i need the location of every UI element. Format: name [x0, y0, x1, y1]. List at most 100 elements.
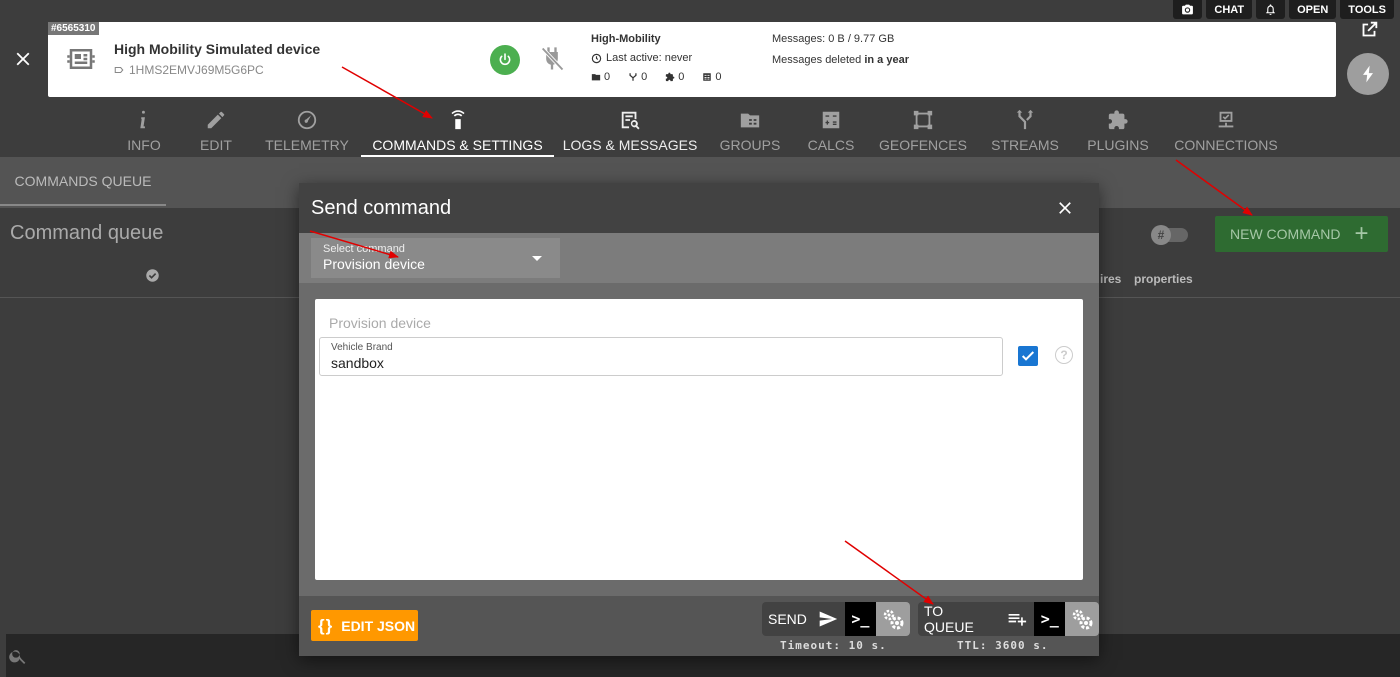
- device-ident-text: 1HMS2EMVJ69M5G6PC: [129, 63, 264, 77]
- edit-json-label: EDIT JSON: [341, 617, 416, 634]
- help-icon[interactable]: ?: [1055, 346, 1073, 364]
- puzzle-icon: [666, 72, 675, 82]
- plus-icon: +: [1354, 220, 1369, 247]
- braces-icon: {}: [318, 615, 334, 635]
- command-queue-title: Command queue: [10, 222, 164, 244]
- column-properties: properties: [1134, 272, 1193, 286]
- calculator-icon: [822, 111, 840, 129]
- form-title: Provision device: [329, 315, 431, 331]
- dialog-header: Send command: [299, 183, 1099, 233]
- tab-groups[interactable]: GROUPS: [720, 107, 780, 157]
- send-button[interactable]: SEND: [762, 602, 845, 636]
- info-icon: [140, 110, 145, 129]
- queue-terminal-button[interactable]: >_: [1034, 602, 1066, 636]
- notifications-button[interactable]: [1256, 0, 1286, 19]
- open-button[interactable]: OPEN: [1289, 0, 1337, 19]
- polygon-icon: [913, 110, 933, 130]
- count-calcs: 0: [628, 71, 647, 83]
- puzzle-icon: [1108, 110, 1128, 130]
- vehicle-brand-field[interactable]: Vehicle Brand: [319, 337, 1003, 376]
- tab-telemetry[interactable]: TELEMETRY: [264, 107, 350, 157]
- search-icon: [9, 650, 26, 664]
- tab-streams[interactable]: STREAMS: [991, 107, 1059, 157]
- last-active: Last active: never: [606, 52, 693, 64]
- command-select-row: Select command Provision device: [299, 233, 1099, 283]
- fork-icon: [629, 73, 637, 81]
- to-queue-label: TO QUEUE: [924, 603, 974, 635]
- gears-icon: [883, 609, 904, 630]
- select-command-label: Select command: [323, 243, 405, 255]
- to-queue-button[interactable]: TO QUEUE: [918, 602, 1035, 636]
- select-command-dropdown[interactable]: Select command Provision device: [311, 238, 560, 278]
- open-external-icon[interactable]: [1358, 19, 1380, 41]
- send-label: SEND: [768, 611, 807, 627]
- tab-geofences[interactable]: GEOFENCES: [879, 107, 967, 157]
- queue-settings-button[interactable]: [1065, 602, 1099, 636]
- playlist-add-icon: [1009, 614, 1027, 626]
- dialog-footer: {} EDIT JSON SEND >_ Timeout: 10 s. TO Q…: [299, 596, 1099, 656]
- power-icon: [499, 53, 511, 65]
- queue-button-group: TO QUEUE >_: [918, 602, 1099, 636]
- device-id-badge: #6565310: [48, 22, 99, 35]
- new-command-button[interactable]: NEW COMMAND +: [1215, 216, 1388, 252]
- vehicle-brand-input[interactable]: [331, 355, 991, 371]
- send-button-group: SEND >_: [762, 602, 910, 636]
- tab-connections[interactable]: CONNECTIONS: [1174, 107, 1278, 157]
- tab-logs-messages[interactable]: LOGS & MESSAGES: [563, 107, 697, 157]
- device-card: #6565310 High Mobility Simulated device …: [48, 22, 1336, 97]
- tab-calcs[interactable]: CALCS: [808, 107, 854, 157]
- camera-icon: [1182, 4, 1194, 15]
- close-icon[interactable]: [1055, 198, 1075, 218]
- clock-icon: [591, 53, 602, 63]
- tag-icon: [114, 66, 124, 74]
- subtab-commands-queue[interactable]: COMMANDS QUEUE: [0, 157, 166, 206]
- folder-icon: [591, 74, 601, 81]
- tools-button[interactable]: TOOLS: [1340, 0, 1394, 19]
- send-timeout-note: Timeout: 10 s.: [780, 639, 887, 652]
- gears-icon: [1072, 609, 1093, 630]
- calculator-icon: [703, 73, 712, 81]
- tab-commands-settings[interactable]: COMMANDS & SETTINGS: [361, 107, 554, 157]
- send-settings-button[interactable]: [875, 602, 910, 636]
- queue-ttl-note: TTL: 3600 s.: [957, 639, 1049, 652]
- provider-name: High-Mobility: [591, 33, 661, 45]
- new-command-label: NEW COMMAND: [1230, 226, 1341, 242]
- vehicle-brand-checkbox[interactable]: [1018, 346, 1038, 366]
- disconnected-plug-icon: [541, 47, 564, 71]
- lightning-icon: [1363, 65, 1373, 83]
- edit-json-button[interactable]: {} EDIT JSON: [311, 610, 418, 641]
- send-terminal-button[interactable]: >_: [844, 602, 876, 636]
- numbering-toggle[interactable]: #: [1151, 225, 1188, 245]
- messages-info: Messages: 0 B / 9.77 GB Messages deleted…: [772, 33, 909, 66]
- folder-grid-icon: [740, 113, 760, 128]
- vehicle-brand-label: Vehicle Brand: [331, 342, 393, 353]
- merge-icon: [1016, 109, 1034, 130]
- tab-plugins[interactable]: PLUGINS: [1087, 107, 1149, 157]
- close-icon[interactable]: [12, 48, 34, 70]
- speedometer-icon: [297, 110, 317, 130]
- device-ident: 1HMS2EMVJ69M5G6PC: [114, 63, 264, 77]
- remote-control-icon: [450, 110, 465, 130]
- tab-info[interactable]: INFO: [122, 107, 166, 157]
- check-icon: [1021, 351, 1035, 361]
- chevron-down-icon: [532, 256, 542, 261]
- top-toolbar: CHAT OPEN TOOLS: [1173, 0, 1394, 19]
- tab-edit[interactable]: EDIT: [194, 107, 238, 157]
- screenshot-button[interactable]: [1173, 0, 1203, 19]
- count-calcs-table: 0: [702, 71, 722, 83]
- device-icon: [67, 49, 95, 69]
- log-search-icon: [621, 111, 640, 130]
- network-icon: [1218, 111, 1234, 128]
- chat-button[interactable]: CHAT: [1206, 0, 1253, 19]
- count-streams: 0: [591, 71, 610, 83]
- flash-button[interactable]: [1347, 53, 1389, 95]
- send-command-dialog: Send command Select command Provision de…: [299, 183, 1099, 656]
- messages-deleted: Messages deleted in a year: [772, 54, 909, 66]
- column-expires: ires: [1100, 272, 1122, 286]
- power-button[interactable]: [490, 45, 520, 75]
- command-form: Provision device Vehicle Brand ?: [315, 299, 1083, 580]
- dialog-title: Send command: [311, 197, 452, 219]
- messages-size: Messages: 0 B / 9.77 GB: [772, 33, 895, 45]
- device-info-column: High-Mobility Last active: never 0 0 0 0: [591, 33, 722, 83]
- select-command-value: Provision device: [323, 256, 425, 272]
